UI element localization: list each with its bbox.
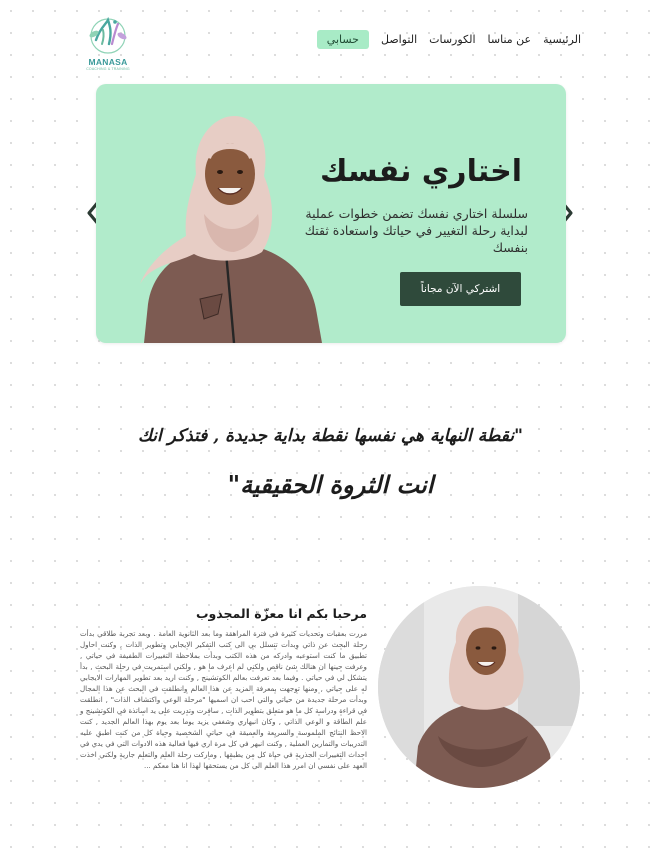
logo-mark-icon [89, 16, 127, 54]
nav-link-contact[interactable]: التواصل [381, 33, 417, 46]
hero-title: اختاري نفسك [320, 154, 522, 189]
brand-logo[interactable]: MANASA COACHING & TRAINING [82, 14, 134, 74]
subscribe-free-button[interactable]: اشتركي الآن مجاناً [400, 272, 521, 306]
hero-description: سلسلة اختاري نفسك تضمن خطوات عملية لبداي… [304, 206, 528, 255]
quote-line-1: "نقطة النهاية هي نفسها نقطة بداية جديدة … [137, 426, 523, 446]
nav-link-home[interactable]: الرئيسية [543, 33, 581, 46]
about-portrait-image [378, 586, 580, 788]
hero-portrait-image [140, 116, 322, 343]
brand-tagline: COACHING & TRAINING [86, 67, 130, 71]
account-button[interactable]: حسابي [316, 30, 369, 49]
quote-line-2: انت الثروة الحقيقية" [227, 470, 434, 499]
main-nav: الرئيسية عن مناسا الكورسات التواصل حسابي [315, 30, 581, 49]
nav-link-courses[interactable]: الكورسات [429, 33, 475, 46]
about-title: مرحبا بكم انا معزّة المجذوب [195, 606, 367, 621]
brand-name: MANASA [88, 57, 128, 67]
about-body: مررت بعقبات وتحديات كثيرة في فترة المراه… [80, 629, 367, 770]
nav-link-about[interactable]: عن مناسا [488, 33, 532, 46]
portrait-photo-icon [378, 586, 580, 788]
hero-slide: اختاري نفسك سلسلة اختاري نفسك تضمن خطوات… [96, 84, 566, 343]
